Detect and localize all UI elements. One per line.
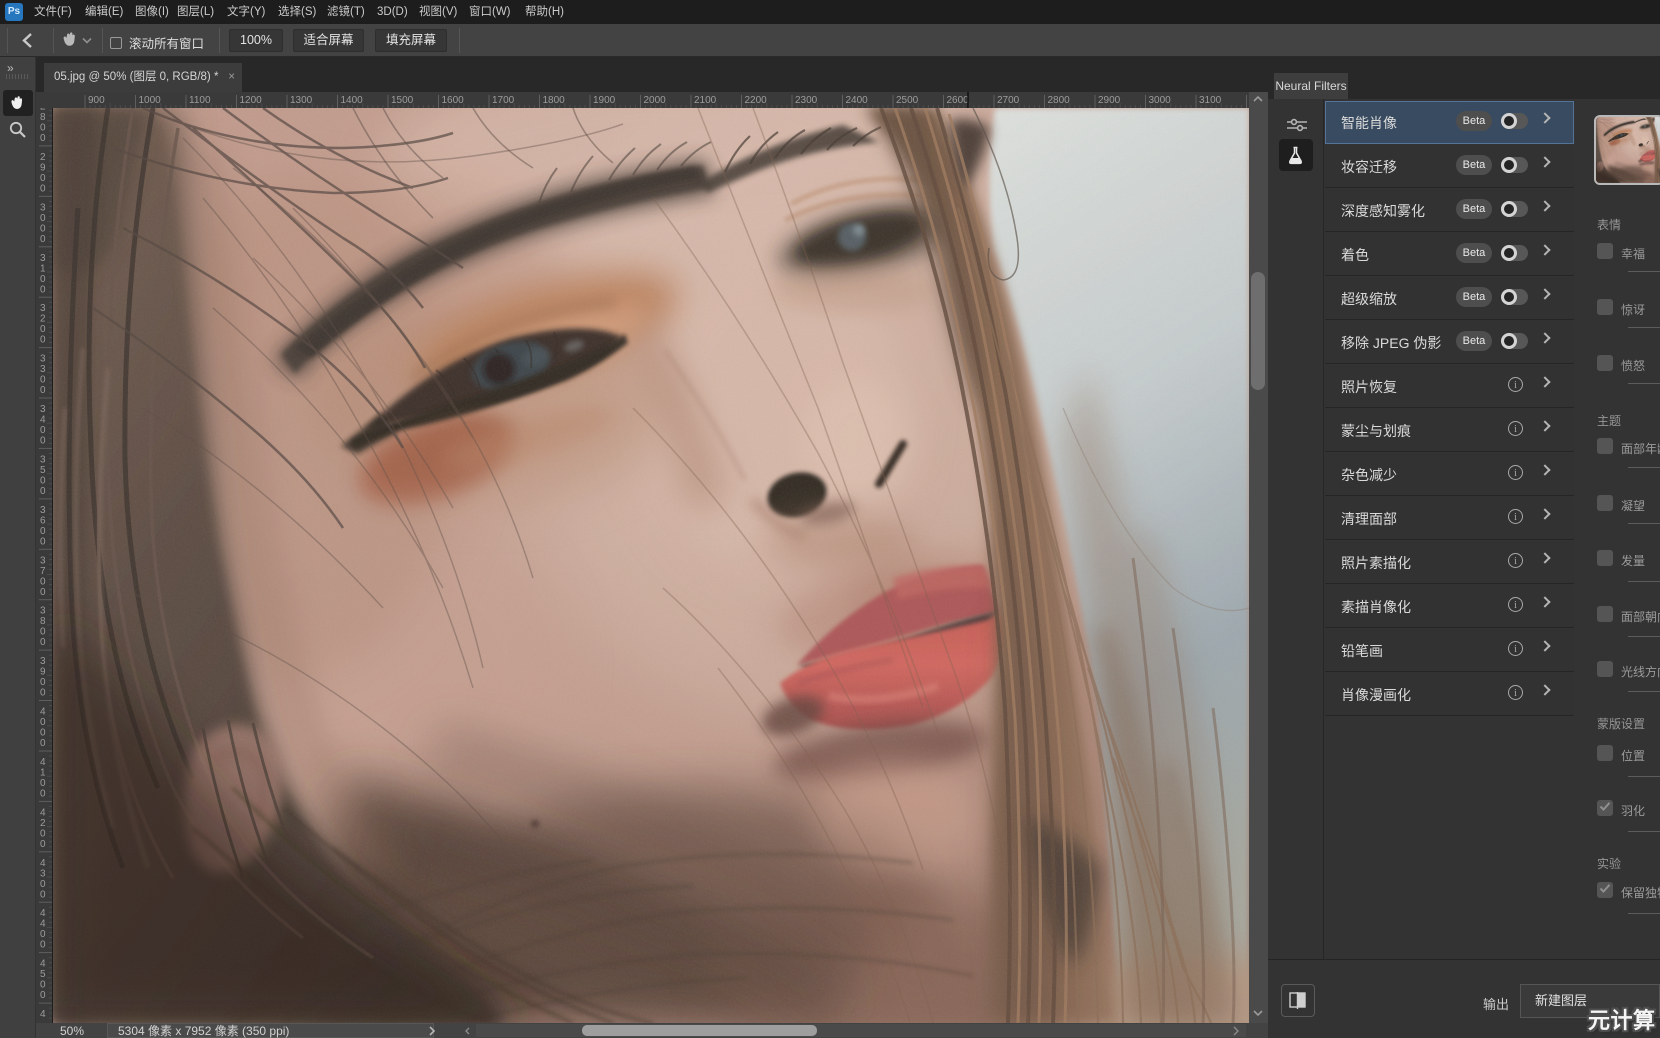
svg-text:3: 3 <box>40 868 46 879</box>
svg-text:0: 0 <box>40 475 46 486</box>
svg-text:900: 900 <box>88 95 105 106</box>
svg-text:0: 0 <box>40 133 46 144</box>
svg-text:0: 0 <box>40 274 46 285</box>
svg-text:0: 0 <box>40 688 46 699</box>
svg-text:0: 0 <box>40 627 46 638</box>
svg-text:7: 7 <box>40 566 46 577</box>
svg-text:0: 0 <box>40 173 46 184</box>
svg-text:2: 2 <box>40 152 46 163</box>
svg-text:2400: 2400 <box>846 95 869 106</box>
svg-text:0: 0 <box>40 717 46 728</box>
svg-text:1500: 1500 <box>391 95 414 106</box>
svg-text:0: 0 <box>40 980 46 991</box>
svg-text:0: 0 <box>40 587 46 598</box>
svg-text:2700: 2700 <box>997 95 1020 106</box>
svg-text:3: 3 <box>40 656 46 667</box>
svg-text:0: 0 <box>40 929 46 940</box>
svg-text:2600: 2600 <box>947 95 970 106</box>
svg-text:0: 0 <box>40 637 46 648</box>
svg-text:1200: 1200 <box>240 95 263 106</box>
svg-text:0: 0 <box>40 889 46 900</box>
svg-text:1400: 1400 <box>341 95 364 106</box>
svg-text:4: 4 <box>40 1009 46 1020</box>
svg-text:3: 3 <box>40 202 46 213</box>
svg-text:0: 0 <box>40 990 46 1001</box>
svg-text:0: 0 <box>40 486 46 497</box>
svg-text:0: 0 <box>40 828 46 839</box>
svg-text:0: 0 <box>40 576 46 587</box>
svg-text:3: 3 <box>40 606 46 617</box>
svg-text:3000: 3000 <box>1149 95 1172 106</box>
svg-text:1800: 1800 <box>543 95 566 106</box>
svg-text:0: 0 <box>40 728 46 739</box>
svg-text:2000: 2000 <box>644 95 667 106</box>
svg-text:4: 4 <box>40 707 46 718</box>
svg-text:0: 0 <box>40 436 46 447</box>
svg-text:2: 2 <box>40 818 46 829</box>
svg-text:0: 0 <box>40 183 46 194</box>
svg-text:3: 3 <box>40 354 46 365</box>
svg-text:2800: 2800 <box>1048 95 1071 106</box>
svg-text:3: 3 <box>40 364 46 375</box>
svg-text:0: 0 <box>40 778 46 789</box>
svg-text:0: 0 <box>40 536 46 547</box>
svg-text:2100: 2100 <box>694 95 717 106</box>
svg-text:1900: 1900 <box>593 95 616 106</box>
svg-text:0: 0 <box>40 213 46 224</box>
svg-text:0: 0 <box>40 738 46 749</box>
svg-text:0: 0 <box>40 375 46 386</box>
svg-text:5: 5 <box>40 969 46 980</box>
svg-text:3: 3 <box>40 454 46 465</box>
svg-text:1700: 1700 <box>492 95 515 106</box>
svg-text:0: 0 <box>40 385 46 396</box>
svg-text:4: 4 <box>40 919 46 930</box>
svg-text:3: 3 <box>40 505 46 516</box>
svg-text:0: 0 <box>40 123 46 134</box>
svg-text:3: 3 <box>40 253 46 264</box>
svg-text:2: 2 <box>40 314 46 325</box>
svg-text:0: 0 <box>40 324 46 335</box>
svg-text:0: 0 <box>40 425 46 436</box>
svg-text:0: 0 <box>40 335 46 346</box>
svg-text:0: 0 <box>40 284 46 295</box>
svg-text:2900: 2900 <box>1098 95 1121 106</box>
svg-text:9: 9 <box>40 667 46 678</box>
svg-text:3: 3 <box>40 555 46 566</box>
svg-text:4: 4 <box>40 807 46 818</box>
svg-text:2500: 2500 <box>896 95 919 106</box>
svg-text:3100: 3100 <box>1199 95 1222 106</box>
svg-text:4: 4 <box>40 858 46 869</box>
svg-text:0: 0 <box>40 839 46 850</box>
svg-text:3: 3 <box>40 404 46 415</box>
svg-text:0: 0 <box>40 677 46 688</box>
svg-text:0: 0 <box>40 234 46 245</box>
svg-text:8: 8 <box>40 616 46 627</box>
svg-text:2300: 2300 <box>795 95 818 106</box>
svg-text:5: 5 <box>40 465 46 476</box>
svg-text:2200: 2200 <box>745 95 768 106</box>
svg-text:1100: 1100 <box>189 95 211 106</box>
svg-text:3: 3 <box>40 303 46 314</box>
svg-text:0: 0 <box>40 789 46 800</box>
svg-text:0: 0 <box>40 879 46 890</box>
svg-text:6: 6 <box>40 515 46 526</box>
svg-text:9: 9 <box>40 162 46 173</box>
svg-text:1000: 1000 <box>139 95 162 106</box>
svg-text:1: 1 <box>40 263 46 274</box>
svg-text:4: 4 <box>40 959 46 970</box>
svg-text:8: 8 <box>40 112 46 123</box>
svg-text:1: 1 <box>40 768 46 779</box>
svg-text:0: 0 <box>40 940 46 951</box>
svg-text:1600: 1600 <box>442 95 465 106</box>
svg-text:4: 4 <box>40 908 46 919</box>
svg-text:0: 0 <box>40 526 46 537</box>
svg-text:1300: 1300 <box>290 95 313 106</box>
svg-text:0: 0 <box>40 223 46 234</box>
svg-text:4: 4 <box>40 415 46 426</box>
svg-text:4: 4 <box>40 757 46 768</box>
